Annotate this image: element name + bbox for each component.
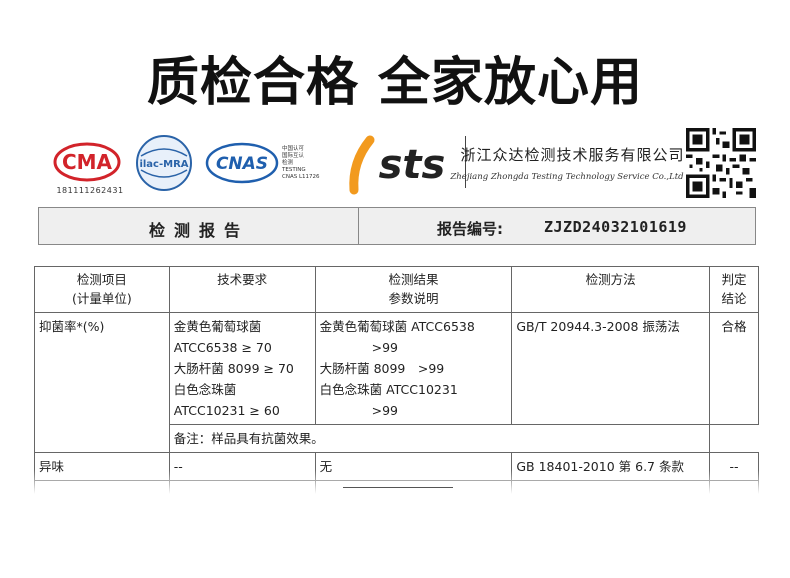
- report-title: 检测报告: [148, 221, 249, 240]
- row1-result: 金黄色葡萄球菌 ATCC6538 >99 大肠杆菌 8099 >99 白色念珠菌…: [314, 312, 513, 425]
- bottom-rule: [343, 487, 453, 488]
- cnas-logo-text: CNAS: [216, 154, 268, 174]
- company-name-en: Zhejiang Zhongda Testing Technology Serv…: [450, 172, 684, 182]
- note-blank-cell: [709, 424, 759, 453]
- header-item: 检测项目 (计量单位): [34, 266, 170, 313]
- cnas-caption: 中国认可 国际互认 检测 TESTING CNAS L11726: [282, 146, 320, 180]
- table-row: 抑菌率*(%) 金黄色葡萄球菌 ATCC6538 ≥ 70 大肠杆菌 8099 …: [34, 312, 759, 453]
- sts-logo-text: sts: [379, 142, 446, 188]
- cma-logo-text: CMA: [62, 150, 113, 174]
- row1-requirement: 金黄色葡萄球菌 ATCC6538 ≥ 70 大肠杆菌 8099 ≥ 70 白色念…: [168, 312, 316, 425]
- bottom-fade: [30, 470, 765, 510]
- headline: 质检合格 全家放心用: [146, 53, 644, 113]
- report-number-value: ZJZD24032101619: [544, 218, 687, 236]
- certification-logos: CMA 181111262431 ilac-MRA CNAS 中国认可 国际互认…: [50, 128, 765, 198]
- cma-logo: CMA: [53, 142, 121, 182]
- header-verdict: 判定 结论: [709, 266, 759, 313]
- company-name-cn: 浙江众达检测技术服务有限公司: [460, 146, 685, 164]
- row1-method: GB/T 20944.3-2008 振荡法: [511, 312, 711, 425]
- row1-note: 备注：样品具有抗菌效果。: [168, 424, 711, 453]
- ilac-logo-text: ilac-MRA: [139, 159, 188, 170]
- header-requirement: 技术要求: [168, 266, 316, 313]
- row1-verdict: 合格: [709, 312, 759, 425]
- qr-code-icon: [686, 128, 756, 198]
- report-number-label: 报告编号:: [437, 220, 503, 238]
- table-header-row: 检测项目 (计量单位) 技术要求 检测结果 参数说明 检测方法 判定 结论: [34, 266, 759, 313]
- sts-logo: sts: [349, 135, 446, 195]
- cnas-logo: CNAS: [205, 142, 279, 184]
- header-result: 检测结果 参数说明: [314, 266, 513, 313]
- cma-number: 181111262431: [56, 186, 124, 195]
- report-header-bar: 检测报告 报告编号: ZJZD24032101619: [38, 207, 756, 245]
- test-results-table: 检测项目 (计量单位) 技术要求 检测结果 参数说明 检测方法 判定 结论 抑菌…: [34, 266, 759, 503]
- header-method: 检测方法: [511, 266, 711, 313]
- row1-item: 抑菌率*(%): [34, 312, 170, 453]
- ilac-mra-logo: ilac-MRA: [136, 135, 192, 191]
